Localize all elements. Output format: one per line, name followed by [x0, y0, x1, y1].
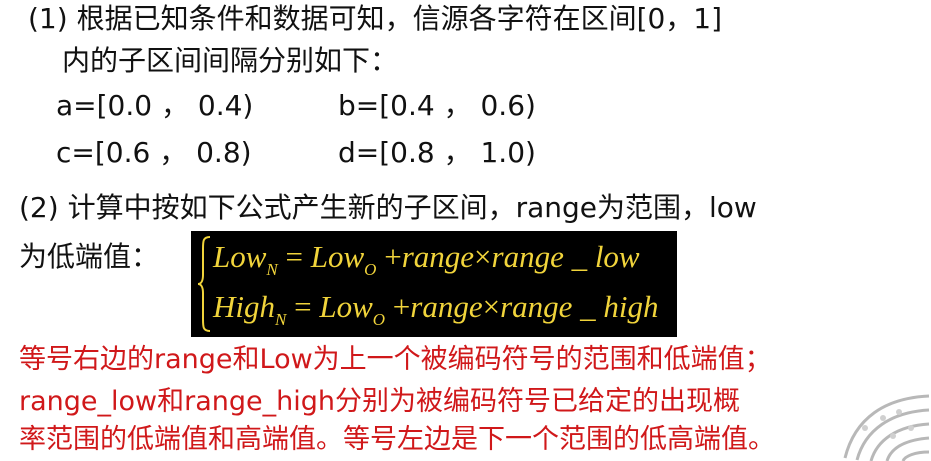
paragraph-2-line-1: (2) 计算中按如下公式产生新的子区间，range为范围，low [19, 191, 757, 224]
equals-sign: = [285, 239, 303, 274]
range-term: range [401, 239, 475, 274]
times-sign: × [482, 289, 501, 324]
formula-row-low: LowN = LowO +range×range _ low [213, 239, 640, 279]
low-o-subscript: O [364, 260, 377, 279]
high-n-label: High [213, 289, 275, 324]
range-term: range [410, 289, 483, 324]
low-n-subscript: N [266, 260, 278, 279]
low-o-label: Low [319, 289, 373, 324]
interval-a: a=[0.0 ， 0.4) [56, 89, 254, 122]
low-n-label: Low [213, 239, 267, 274]
formula-row-high: HighN = LowO +range×range _ high [213, 289, 659, 329]
range-low-term: range _ low [491, 239, 640, 274]
times-sign: × [474, 239, 492, 274]
range-high-term: range _ high [500, 289, 659, 324]
note-line-1: 等号右边的range和Low为上一个被编码符号的范围和低端值； [19, 344, 772, 375]
formula-box: LowN = LowO +range×range _ low HighN = L… [191, 231, 677, 337]
low-o-subscript: O [372, 310, 386, 329]
paragraph-1-line-1: (1) 根据已知条件和数据可知，信源各字符在区间[0，1] [28, 2, 723, 35]
interval-c: c=[0.6 ， 0.8) [56, 136, 252, 169]
low-o-label: Low [310, 239, 365, 274]
shell-ornament-icon [843, 394, 930, 461]
interval-b: b=[0.4 ， 0.6) [338, 89, 536, 122]
plus-sign: + [392, 289, 411, 324]
note-line-2: range_low和range_high分别为被编码符号已给定的出现概 [19, 386, 740, 417]
paragraph-1-line-2: 内的子区间间隔分别如下： [62, 44, 399, 77]
plus-sign: + [384, 239, 402, 274]
paragraph-2-line-2: 为低端值： [19, 240, 160, 273]
note-line-3: 率范围的低端值和高端值。等号左边是下一个范围的低高端值。 [19, 424, 775, 455]
high-n-subscript: N [275, 310, 287, 329]
interval-d: d=[0.8 ， 1.0) [338, 136, 536, 169]
equals-sign: = [294, 289, 312, 324]
brace-icon [197, 236, 211, 332]
